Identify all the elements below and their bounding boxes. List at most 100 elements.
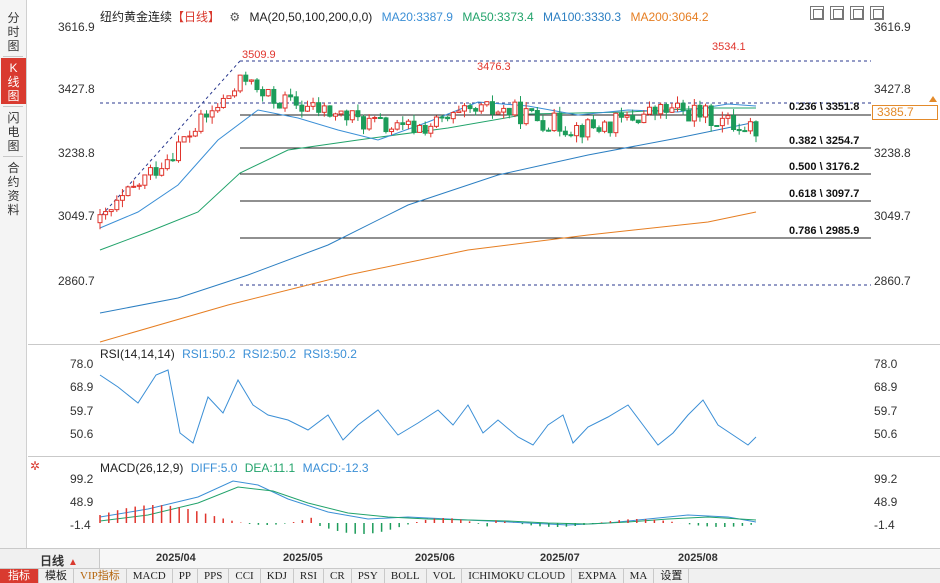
zoom-out-icon[interactable] <box>850 6 864 20</box>
ma20-line <box>99 101 757 229</box>
ma200-line <box>99 211 757 343</box>
tab-indicators[interactable]: 指标 <box>0 568 39 583</box>
zoom-in-icon[interactable] <box>830 6 844 20</box>
macd-y-tick: 99.2 <box>874 472 898 486</box>
tab-templates[interactable]: 模板 <box>39 568 74 583</box>
candle-body <box>383 117 389 133</box>
tab-flash-chart-label: 闪电图 <box>7 111 20 153</box>
tab-cr[interactable]: CR <box>324 568 352 583</box>
candle-body <box>736 129 742 132</box>
candle-body <box>254 79 260 91</box>
candle-body <box>226 95 232 99</box>
candle-body <box>310 102 316 107</box>
rsi-y-tick: 78.0 <box>874 357 898 371</box>
macd-title: MACD(26,12,9) <box>100 461 184 475</box>
fib-level-label: 0.618 \ 3097.7 <box>789 188 860 200</box>
settings-gear-icon[interactable]: ⚙ <box>229 10 240 24</box>
candle-body <box>518 101 524 125</box>
candle-body <box>411 120 417 133</box>
candle-body <box>540 120 546 131</box>
tab-expma[interactable]: EXPMA <box>572 568 624 583</box>
instrument-name: 纽约黄金连续 <box>100 10 173 24</box>
rsi3-value: RSI3:50.2 <box>303 347 357 361</box>
tab-psy[interactable]: PSY <box>352 568 385 583</box>
tab-ichimoku-cloud[interactable]: ICHIMOKU CLOUD <box>462 568 573 583</box>
rsi2-value: RSI2:50.2 <box>242 347 297 361</box>
rsi-y-tick: 50.6 <box>874 427 898 441</box>
tab-cci[interactable]: CCI <box>229 568 261 583</box>
macd-y-tick: -1.4 <box>70 518 91 532</box>
tab-rsi[interactable]: RSI <box>294 568 324 583</box>
tab-settings[interactable]: 设置 <box>654 568 690 583</box>
tab-timeshare[interactable]: 分时图 <box>1 8 26 54</box>
high-mark-label: 3534.1 <box>712 41 746 53</box>
candle-body <box>568 134 574 137</box>
tab-separator <box>3 106 23 107</box>
candle-body <box>361 116 367 130</box>
ma200-value: MA200:3064.2 <box>630 10 709 24</box>
tab-pps[interactable]: PPS <box>198 568 230 583</box>
candle-body <box>187 135 193 138</box>
macd-panel[interactable]: ✲ MACD(26,12,9) DIFF:5.0 DEA:11.1 MACD:-… <box>28 457 940 548</box>
current-price-tag: 3385.7 <box>872 105 938 120</box>
tab-vol[interactable]: VOL <box>427 568 463 583</box>
candle-body <box>579 125 585 138</box>
candle-body <box>170 159 176 162</box>
tab-separator <box>3 156 23 157</box>
candle-body <box>675 102 681 109</box>
ma20-value: MA20:3387.9 <box>381 10 453 24</box>
candle-body <box>635 119 641 124</box>
candle-body <box>585 119 591 138</box>
tab-kline-label: K线图 <box>7 61 20 103</box>
candle-body <box>232 90 238 97</box>
tab-vip-indicators[interactable]: VIP指标 <box>74 568 127 583</box>
zoom-fit-icon[interactable] <box>810 6 824 20</box>
y-tick-right: 2860.7 <box>874 274 911 288</box>
macd-y-tick: -1.4 <box>874 518 895 532</box>
tab-flash-chart[interactable]: 闪电图 <box>1 108 26 154</box>
candle-body <box>562 130 568 136</box>
candle-body <box>405 120 411 125</box>
candle-body <box>276 102 282 109</box>
price-header: 纽约黄金连续【日线】 ⚙ MA(20,50,100,200,0,0) MA20:… <box>100 8 715 24</box>
candle-body <box>501 107 507 113</box>
candle-body <box>523 108 529 125</box>
candle-body <box>417 124 423 133</box>
candle-body <box>192 130 198 137</box>
tab-kline[interactable]: K线图 <box>1 58 26 104</box>
rsi-y-tick: 78.0 <box>70 357 94 371</box>
candle-body <box>607 121 613 134</box>
tab-kdj[interactable]: KDJ <box>261 568 294 583</box>
rsi-header: RSI(14,14,14) RSI1:50.2 RSI2:50.2 RSI3:5… <box>100 347 357 361</box>
candle-body <box>394 122 400 130</box>
tab-contract-info[interactable]: 合约资料 <box>1 158 26 218</box>
ma-title: MA(20,50,100,200,0,0) <box>249 10 373 24</box>
candle-body <box>204 113 210 118</box>
candle-body <box>316 102 322 113</box>
tab-ma[interactable]: MA <box>624 568 655 583</box>
candle-body <box>551 112 557 132</box>
candle-body <box>119 195 125 201</box>
candle-body <box>478 104 484 112</box>
y-tick-right: 3427.8 <box>874 82 911 96</box>
candle-body <box>646 106 652 115</box>
price-panel[interactable]: 纽约黄金连续【日线】 ⚙ MA(20,50,100,200,0,0) MA20:… <box>28 0 940 345</box>
candle-body <box>461 105 467 112</box>
rsi-chart-canvas[interactable] <box>28 345 940 457</box>
candle-body <box>658 104 664 115</box>
tab-macd[interactable]: MACD <box>127 568 173 583</box>
candle-body <box>271 88 277 104</box>
y-tick-left: 3049.7 <box>58 209 95 223</box>
rsi-panel[interactable]: RSI(14,14,14) RSI1:50.2 RSI2:50.2 RSI3:5… <box>28 345 940 457</box>
candle-body <box>445 116 451 120</box>
candle-body <box>590 119 596 129</box>
fib-level-label: 0.786 \ 2985.9 <box>789 225 860 237</box>
candle-body <box>484 101 490 106</box>
sun-icon[interactable]: ✲ <box>30 459 40 473</box>
tab-boll[interactable]: BOLL <box>385 568 427 583</box>
candle-body <box>338 110 344 115</box>
tab-pp[interactable]: PP <box>173 568 198 583</box>
period-selector-button[interactable]: 日线 ▲ <box>0 549 100 569</box>
expand-icon[interactable] <box>870 6 884 20</box>
candle-body <box>433 116 439 127</box>
